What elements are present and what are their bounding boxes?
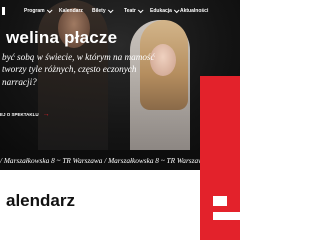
chevron-down-icon (173, 7, 180, 14)
hero-title: welina płacze (6, 28, 118, 47)
brand-graphic (200, 150, 240, 240)
chevron-down-icon (137, 7, 144, 14)
nav-item-label: Bilety (92, 8, 106, 14)
nav-item-label: Teatr (124, 8, 136, 14)
nav-item-aktualnosci[interactable]: Aktualności (180, 8, 208, 14)
nav-item-label: Program (24, 8, 45, 14)
nav-item-label: Kalendarz (59, 8, 83, 14)
nav-item-program[interactable]: Program (24, 7, 53, 14)
nav-item-edukacja[interactable]: Edukacja (150, 7, 180, 14)
page: Program Kalendarz Bilety Teatr Edukacja … (0, 0, 240, 240)
nav-item-teatr[interactable]: Teatr (124, 7, 144, 14)
main-nav: Program Kalendarz Bilety Teatr Edukacja … (0, 0, 240, 22)
red-accent-shape (200, 76, 240, 150)
brand-graphic-cutout (213, 196, 227, 206)
chevron-down-icon (107, 7, 114, 14)
hero-cta-link[interactable]: EJ O SPEKTAKLU → (0, 111, 50, 118)
chevron-down-icon (46, 7, 53, 14)
cta-label: EJ O SPEKTAKLU (0, 112, 39, 117)
arrow-right-icon: → (42, 111, 50, 118)
section-title: alendarz (6, 191, 75, 210)
nav-item-bilety[interactable]: Bilety (92, 7, 114, 14)
logo-mark[interactable] (2, 7, 5, 15)
nav-item-label: Aktualności (180, 8, 209, 14)
hero-description: być sobą w świecie, w którym na mamość t… (2, 52, 155, 87)
brand-graphic-cutout (213, 212, 240, 220)
nav-item-kalendarz[interactable]: Kalendarz (59, 8, 83, 14)
nav-item-label: Edukacja (150, 8, 172, 14)
